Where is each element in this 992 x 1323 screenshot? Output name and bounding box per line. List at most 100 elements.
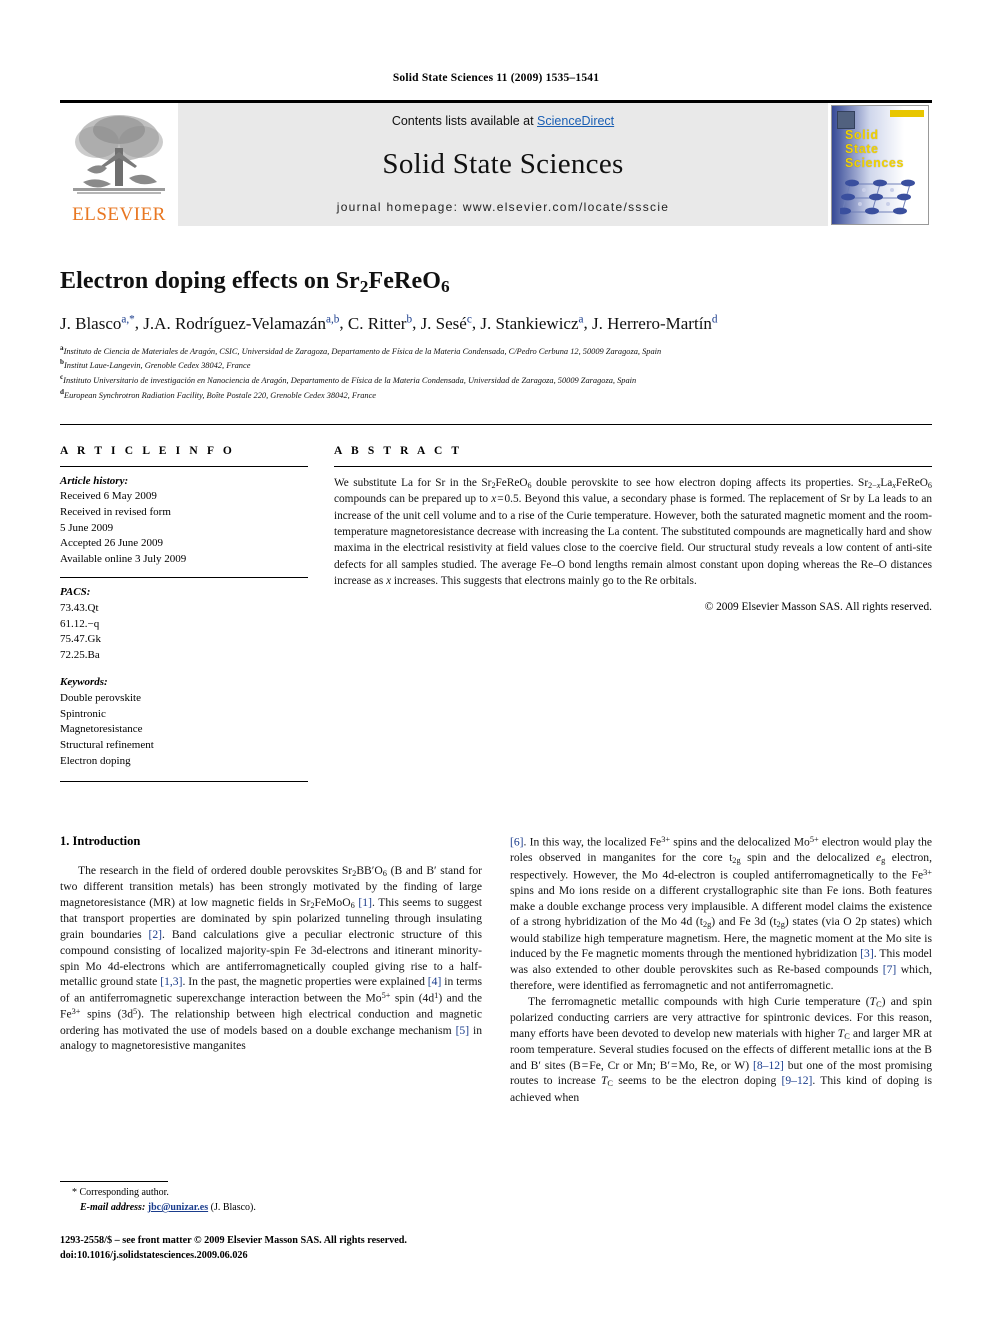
banner-center: Contents lists available at ScienceDirec… bbox=[178, 103, 828, 226]
pacs-item: 73.43.Qt bbox=[60, 602, 99, 615]
history-item: Available online 3 July 2009 bbox=[60, 552, 187, 565]
affiliation-list: aInstituto de Ciencia de Materiales de A… bbox=[60, 343, 932, 402]
author-name: J. Stankiewicz bbox=[480, 313, 579, 333]
author-affil-mark: a,* bbox=[121, 312, 135, 325]
author-name: C. Ritter bbox=[347, 313, 407, 333]
elsevier-tree-icon bbox=[67, 108, 171, 204]
author[interactable]: J. Stankiewicza bbox=[480, 313, 583, 333]
cover-title-line-1: Solid bbox=[845, 127, 879, 142]
pacs-label: PACS: bbox=[60, 586, 91, 599]
history-item: Accepted 26 June 2009 bbox=[60, 537, 163, 550]
citation-ref[interactable]: [4] bbox=[428, 975, 442, 988]
citation-ref[interactable]: [3] bbox=[860, 947, 874, 960]
footnote-divider bbox=[60, 1181, 168, 1183]
journal-title: Solid State Sciences bbox=[382, 147, 624, 180]
author-name: J. Herrero-Martín bbox=[592, 313, 712, 333]
keyword-item: Electron doping bbox=[60, 754, 131, 767]
body-left-column: 1. Introduction The research in the fiel… bbox=[60, 834, 482, 1105]
author[interactable]: J.A. Rodríguez-Velamazána,b bbox=[143, 313, 339, 333]
affiliation-text: Institut Laue-Langevin, Grenoble Cedex 3… bbox=[63, 361, 251, 371]
intro-paragraph-3: The ferromagnetic metallic compounds wit… bbox=[510, 994, 932, 1104]
info-abstract-region: A R T I C L E I N F O Article history: R… bbox=[60, 425, 932, 783]
pacs-item: 72.25.Ba bbox=[60, 648, 100, 661]
journal-banner: ELSEVIER Contents lists available at Sci… bbox=[60, 100, 932, 226]
footnote-region: * Corresponding author. E-mail address: … bbox=[60, 1181, 490, 1263]
journal-homepage[interactable]: journal homepage: www.elsevier.com/locat… bbox=[337, 200, 670, 214]
title-text-part-1: Electron doping effects on Sr bbox=[60, 268, 360, 294]
cover-title-line-2: State bbox=[845, 141, 879, 156]
citation-ref[interactable]: [2] bbox=[149, 928, 163, 941]
abstract-column: A B S T R A C T We substitute La for Sr … bbox=[334, 445, 932, 782]
title-sub-2: 6 bbox=[440, 276, 450, 296]
history-item: 5 June 2009 bbox=[60, 521, 114, 534]
article-history-block: Article history: Received 6 May 2009 Rec… bbox=[60, 474, 308, 568]
section-heading-introduction: 1. Introduction bbox=[60, 834, 141, 849]
cover-banner-strip bbox=[890, 109, 924, 117]
body-two-column: 1. Introduction The research in the fiel… bbox=[60, 834, 932, 1105]
contents-prefix: Contents lists available at bbox=[391, 114, 538, 128]
author-name: J. Blasco bbox=[60, 313, 122, 333]
article-info-bottom-rule bbox=[60, 781, 308, 783]
author[interactable]: J. Seséc bbox=[420, 313, 472, 333]
abstract-heading: A B S T R A C T bbox=[334, 444, 463, 457]
citation-ref[interactable]: [7] bbox=[883, 963, 897, 976]
imprint-block: 1293-2558/$ – see front matter © 2009 El… bbox=[60, 1234, 490, 1263]
issn-line: 1293-2558/$ – see front matter © 2009 El… bbox=[60, 1235, 407, 1247]
author-name: J. Sesé bbox=[420, 313, 467, 333]
pacs-item: 75.47.Gk bbox=[60, 633, 101, 646]
intro-paragraph-1: The research in the field of ordered dou… bbox=[60, 864, 483, 1053]
affiliation-text: European Synchrotron Radiation Facility,… bbox=[63, 390, 377, 400]
affiliation-item: dEuropean Synchrotron Radiation Facility… bbox=[60, 387, 932, 402]
citation-ref[interactable]: [5] bbox=[456, 1024, 470, 1037]
pacs-block: PACS: 73.43.Qt 61.12.−q 75.47.Gk 72.25.B… bbox=[60, 585, 308, 663]
intro-paragraph-2: [6]. In this way, the localized Fe3+ spi… bbox=[510, 835, 933, 992]
elsevier-wordmark: ELSEVIER bbox=[72, 204, 166, 225]
keyword-item: Double perovskite bbox=[60, 692, 141, 705]
sciencedirect-link[interactable]: ScienceDirect bbox=[537, 114, 614, 128]
author[interactable]: J. Herrero-Martínd bbox=[592, 312, 718, 333]
cover-logo-icon bbox=[837, 110, 855, 129]
history-item: Received 6 May 2009 bbox=[60, 490, 157, 503]
corresponding-text: Corresponding author. bbox=[79, 1187, 169, 1199]
email-label: E-mail address: bbox=[80, 1201, 146, 1213]
author-affil-mark: d bbox=[711, 312, 718, 325]
article-history-label: Article history: bbox=[60, 474, 129, 487]
email-note: E-mail address: jbc@unizar.es (J. Blasco… bbox=[60, 1201, 490, 1216]
author[interactable]: C. Ritterb bbox=[347, 313, 412, 333]
title-text-part-2: FeReO bbox=[368, 268, 441, 294]
body-right-column: [6]. In this way, the localized Fe3+ spi… bbox=[510, 834, 932, 1105]
article-info-heading: A R T I C L E I N F O bbox=[60, 444, 235, 457]
abstract-copyright: © 2009 Elsevier Masson SAS. All rights r… bbox=[704, 600, 932, 613]
abstract-text: We substitute La for Sr in the Sr2FeReO6… bbox=[334, 476, 933, 588]
running-head: Solid State Sciences 11 (2009) 1535–1541 bbox=[392, 72, 600, 84]
citation-ref[interactable]: [6] bbox=[510, 836, 524, 849]
email-link[interactable]: jbc@unizar.es bbox=[148, 1202, 208, 1213]
article-info-rule bbox=[60, 465, 308, 467]
affiliation-item: bInstitut Laue-Langevin, Grenoble Cedex … bbox=[60, 357, 932, 372]
author-name: J.A. Rodríguez-Velamazán bbox=[143, 313, 326, 333]
keywords-block: Keywords: Double perovskite Spintronic M… bbox=[60, 675, 308, 769]
article-info-column: A R T I C L E I N F O Article history: R… bbox=[60, 444, 308, 783]
page-title: Electron doping effects on Sr2FeReO6 bbox=[60, 268, 932, 297]
affiliation-text: Instituto Universitario de investigación… bbox=[63, 375, 637, 385]
article-info-separator bbox=[60, 577, 308, 579]
doi-line[interactable]: doi:10.1016/j.solidstatesciences.2009.06… bbox=[60, 1249, 490, 1263]
keyword-item: Structural refinement bbox=[60, 738, 154, 751]
article-page: Solid State Sciences 11 (2009) 1535–1541 bbox=[0, 0, 992, 1323]
cover-title: Solid State Sciences bbox=[845, 128, 904, 171]
abstract-rule bbox=[334, 465, 932, 467]
citation-ref[interactable]: [1] bbox=[358, 896, 372, 909]
citation-ref[interactable]: [1,3] bbox=[160, 975, 182, 988]
affiliation-item: aInstituto de Ciencia de Materiales de A… bbox=[60, 343, 932, 358]
citation-ref[interactable]: [8–12] bbox=[753, 1059, 784, 1072]
crystal-structure-icon bbox=[840, 179, 915, 214]
contents-available-line: Contents lists available at ScienceDirec… bbox=[392, 114, 614, 128]
corresponding-author-note: * Corresponding author. bbox=[60, 1186, 490, 1201]
author[interactable]: J. Blascoa,* bbox=[60, 312, 135, 333]
author-list: J. Blascoa,*, J.A. Rodríguez-Velamazána,… bbox=[60, 312, 718, 333]
citation-ref[interactable]: [9–12] bbox=[781, 1074, 812, 1087]
keywords-label: Keywords: bbox=[60, 676, 108, 689]
affiliation-item: cInstituto Universitario de investigació… bbox=[60, 372, 932, 387]
title-sub-1: 2 bbox=[359, 276, 369, 296]
keyword-item: Spintronic bbox=[60, 707, 106, 720]
